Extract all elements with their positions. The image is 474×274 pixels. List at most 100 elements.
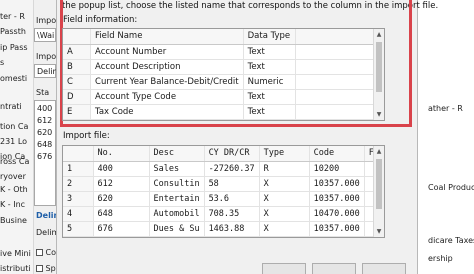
table-row[interactable]: 4 648 Automobil 708.35 X 10470.000 (63, 206, 383, 222)
left-item[interactable]: s (0, 58, 34, 70)
import-path-value: \Wai (37, 31, 55, 40)
field-information-grid[interactable]: Field Name Data Type A Account Number Te… (62, 28, 385, 121)
table-row[interactable]: B Account Description Text (63, 59, 384, 75)
data-type-cell[interactable]: Numeric (243, 74, 296, 90)
ok-button[interactable] (262, 263, 306, 274)
desc-cell[interactable]: Consultin (149, 176, 205, 192)
comma-checkbox[interactable] (36, 249, 43, 256)
right-item[interactable]: Coal Product (428, 183, 474, 192)
column-header-desc[interactable]: Desc (149, 146, 205, 162)
code-cell[interactable]: 10200 (309, 161, 365, 177)
column-header-field-name[interactable]: Field Name (90, 29, 244, 45)
data-type-cell[interactable]: Text (243, 59, 296, 75)
type-cell[interactable]: X (259, 221, 310, 237)
code-cell[interactable]: 10470.000 (309, 206, 365, 222)
table-row[interactable]: 2 612 Consultin 58 X 10357.000 (63, 176, 383, 192)
type-cell[interactable]: X (259, 176, 310, 192)
column-header-data-type[interactable]: Data Type (243, 29, 296, 45)
row-letter: E (63, 104, 92, 120)
import-file-grid[interactable]: No. Desc CY DR/CR Type Code F 1 400 Sale… (62, 145, 385, 238)
right-item[interactable]: ather - R (428, 104, 463, 113)
field-name-cell[interactable]: Account Number (90, 44, 244, 60)
import-file-scrollbar[interactable]: ▲ ▼ (373, 146, 384, 237)
code-cell[interactable]: 10357.000 (309, 176, 365, 192)
desc-cell[interactable]: Dues & Su (149, 221, 205, 237)
column-header-filler (295, 29, 384, 45)
column-header-code[interactable]: Code (309, 146, 365, 162)
scroll-up-icon[interactable]: ▲ (374, 146, 384, 157)
column-header-no[interactable]: No. (93, 146, 150, 162)
no-cell[interactable]: 648 (93, 206, 150, 222)
type-cell[interactable]: X (259, 191, 310, 207)
right-item[interactable]: ership (428, 254, 453, 263)
left-item[interactable]: K - Oth (0, 185, 34, 197)
type-cell[interactable]: X (259, 206, 310, 222)
table-row[interactable]: A Account Number Text (63, 44, 384, 60)
help-button[interactable] (362, 263, 406, 274)
left-item[interactable]: tion Ca (0, 122, 34, 134)
no-cell[interactable]: 620 (93, 191, 150, 207)
left-item[interactable]: Busine (0, 216, 34, 228)
desc-cell[interactable]: Entertain (149, 191, 205, 207)
left-item[interactable]: Passth (0, 27, 34, 39)
column-header-cy-dr-cr[interactable]: CY DR/CR (204, 146, 260, 162)
field-name-cell[interactable]: Tax Code (90, 104, 244, 120)
cy-cell[interactable]: 58 (204, 176, 260, 192)
table-row[interactable]: D Account Type Code Text (63, 89, 384, 105)
field-name-cell[interactable]: Current Year Balance-Debit/Credit (90, 74, 244, 90)
field-name-cell[interactable]: Account Description (90, 59, 244, 75)
data-type-cell[interactable]: Text (243, 44, 296, 60)
scroll-thumb[interactable] (376, 159, 382, 209)
field-info-scrollbar[interactable]: ▲ ▼ (373, 29, 384, 120)
scroll-down-icon[interactable]: ▼ (374, 226, 384, 237)
left-item[interactable]: ross Ca (0, 157, 34, 169)
cancel-button[interactable] (312, 263, 356, 274)
file-preview-box[interactable]: 400 612 620 648 676 (34, 100, 56, 206)
filler-cell (295, 74, 384, 90)
no-cell[interactable]: 612 (93, 176, 150, 192)
scroll-thumb[interactable] (376, 42, 382, 92)
import-format-select[interactable]: Delim (34, 64, 60, 78)
table-row[interactable]: 3 620 Entertain 53.6 X 10357.000 (63, 191, 383, 207)
type-cell[interactable]: R (259, 161, 310, 177)
left-item[interactable]: istributi (0, 264, 34, 274)
cy-cell[interactable]: -27260.37 (204, 161, 260, 177)
table-row[interactable]: E Tax Code Text (63, 104, 384, 120)
code-cell[interactable]: 10357.000 (309, 221, 365, 237)
left-panel: ter - R Passth ip Pass s omesti ntrati t… (0, 0, 34, 274)
import-path-field[interactable]: \Wai (34, 28, 56, 42)
table-row[interactable]: 5 676 Dues & Su 1463.88 X 10357.000 (63, 221, 383, 237)
left-item[interactable]: ntrati (0, 102, 34, 114)
scroll-up-icon[interactable]: ▲ (374, 29, 384, 40)
no-cell[interactable]: 676 (93, 221, 150, 237)
code-cell[interactable]: 10357.000 (309, 191, 365, 207)
data-type-cell[interactable]: Text (243, 89, 296, 105)
left-item[interactable]: omesti (0, 74, 34, 86)
desc-cell[interactable]: Automobil (149, 206, 205, 222)
row-letter: B (63, 59, 92, 75)
table-row[interactable]: 1 400 Sales -27260.37 R 10200 (63, 161, 383, 177)
cy-cell[interactable]: 53.6 (204, 191, 260, 207)
import-settings-panel: Impo \Wai Impo Delim Sta 400 612 620 648… (34, 0, 65, 274)
left-item[interactable]: 231 Lo (0, 137, 34, 149)
import-path-label: Impo (36, 16, 57, 25)
row-number: 4 (63, 206, 94, 222)
left-item[interactable]: ter - R (0, 12, 34, 24)
desc-cell[interactable]: Sales (149, 161, 205, 177)
data-type-cell[interactable]: Text (243, 104, 296, 120)
left-item[interactable]: K - Inc (0, 200, 34, 212)
comma-option[interactable]: Co (36, 248, 56, 257)
right-item[interactable]: dicare Taxes I (428, 236, 474, 245)
left-item[interactable]: ip Pass (0, 43, 34, 55)
cy-cell[interactable]: 708.35 (204, 206, 260, 222)
left-item[interactable]: ryover (0, 172, 34, 184)
space-checkbox[interactable] (36, 265, 43, 272)
column-header-type[interactable]: Type (259, 146, 310, 162)
scroll-down-icon[interactable]: ▼ (374, 109, 384, 120)
table-row[interactable]: C Current Year Balance-Debit/Credit Nume… (63, 74, 384, 90)
filler-cell (295, 89, 384, 105)
no-cell[interactable]: 400 (93, 161, 150, 177)
field-name-cell[interactable]: Account Type Code (90, 89, 244, 105)
cy-cell[interactable]: 1463.88 (204, 221, 260, 237)
left-item[interactable]: ive Mini (0, 249, 34, 261)
